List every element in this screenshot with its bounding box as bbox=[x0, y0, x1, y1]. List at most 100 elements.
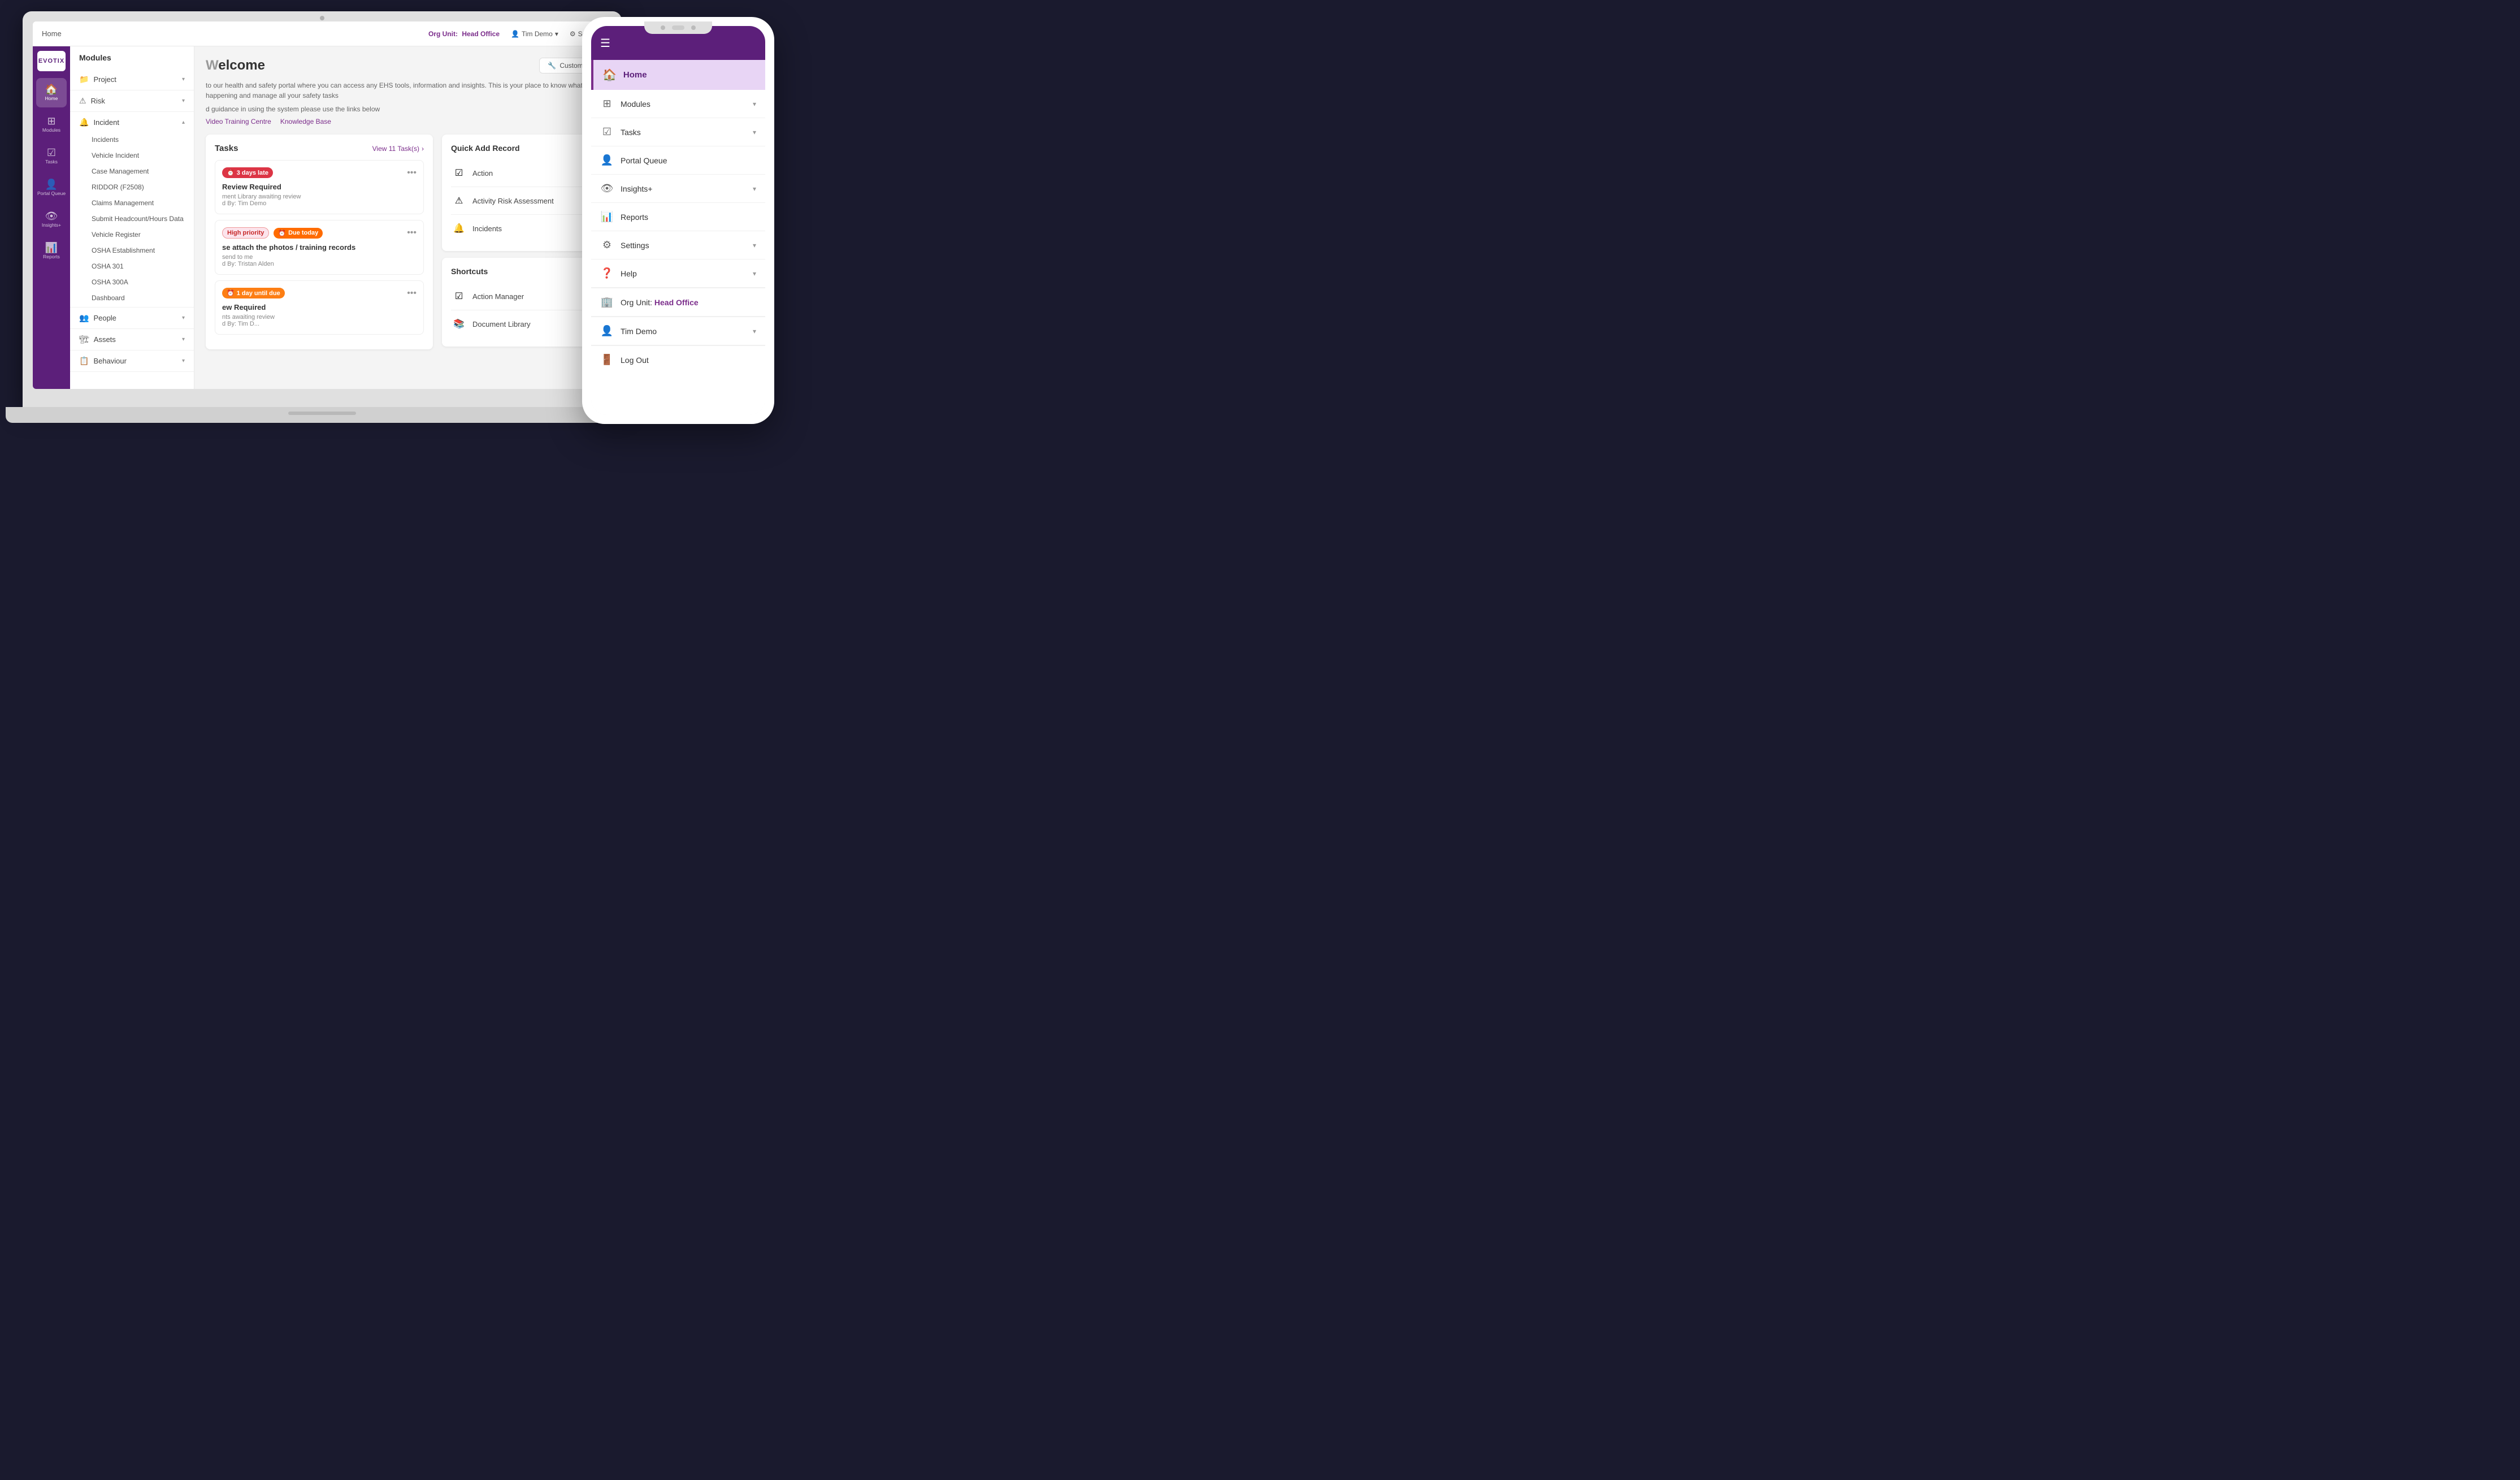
phone-menu-item-insights[interactable]: 👁 Insights+ ▾ bbox=[591, 175, 765, 203]
risk-icon: ⚠ bbox=[79, 96, 86, 106]
sidebar-label-insights: Insights+ bbox=[42, 222, 61, 228]
org-unit-value[interactable]: Head Office bbox=[462, 30, 500, 38]
sidebar-item-insights[interactable]: 👁 Insights+ bbox=[36, 205, 67, 234]
phone-menu-item-portal-queue[interactable]: 👤 Portal Queue bbox=[591, 146, 765, 175]
welcome-title: Welcome bbox=[206, 58, 265, 73]
phone-menu-item-tasks[interactable]: ☑ Tasks ▾ bbox=[591, 118, 765, 146]
behaviour-arrow: ▾ bbox=[182, 358, 185, 364]
module-group-risk-header[interactable]: ⚠ Risk ▾ bbox=[70, 92, 194, 110]
quick-add-action[interactable]: ☑ Action ＋ bbox=[451, 159, 591, 187]
module-group-behaviour-header[interactable]: 📋 Behaviour ▾ bbox=[70, 352, 194, 370]
quick-add-incident[interactable]: 🔔 Incidents ＋ bbox=[451, 215, 591, 242]
subitem-osha-301[interactable]: OSHA 301 bbox=[70, 258, 194, 274]
task-3-menu[interactable]: ••• bbox=[407, 288, 417, 298]
task-1-assigned: d By: Tim Demo bbox=[222, 200, 417, 207]
phone-speaker bbox=[661, 25, 665, 30]
phone-org-value: Head Office bbox=[654, 298, 699, 307]
welcome-guidance: d guidance in using the system please us… bbox=[206, 104, 600, 114]
org-unit-label: Org Unit: bbox=[428, 30, 458, 38]
phone-logout[interactable]: 🚪 Log Out bbox=[591, 346, 765, 374]
task-2-badge-high: High priority bbox=[222, 227, 269, 239]
module-group-incident-header[interactable]: 🔔 Incident ▴ bbox=[70, 113, 194, 132]
phone-shell: ☰ 🏠 Home ⊞ Modules ▾ ☑ Tasks ▾ bbox=[582, 17, 774, 424]
task-2-menu[interactable]: ••• bbox=[407, 228, 417, 238]
phone-menu-item-reports[interactable]: 📊 Reports bbox=[591, 203, 765, 231]
people-arrow: ▾ bbox=[182, 315, 185, 321]
phone-insights-icon: 👁 bbox=[600, 183, 614, 194]
wrench-icon: 🔧 bbox=[548, 62, 556, 70]
phone-insights-label: Insights+ bbox=[621, 184, 746, 193]
task-1-menu[interactable]: ••• bbox=[407, 168, 417, 178]
evotix-logo[interactable]: EVOTIX bbox=[37, 51, 66, 71]
view-all-tasks-link[interactable]: View 11 Task(s) › bbox=[372, 145, 424, 153]
incident-icon: 🔔 bbox=[79, 118, 89, 127]
tasks-header: Tasks View 11 Task(s) › bbox=[215, 144, 424, 153]
subitem-incidents[interactable]: Incidents bbox=[70, 132, 194, 148]
doc-library-icon: 📚 bbox=[451, 316, 467, 332]
module-group-assets-header[interactable]: 🏗 Assets ▾ bbox=[70, 330, 194, 349]
phone-help-arrow: ▾ bbox=[753, 270, 756, 278]
shortcut-doc-library[interactable]: 📚 Document Library › bbox=[451, 310, 591, 337]
hamburger-icon[interactable]: ☰ bbox=[600, 36, 610, 50]
doc-library-label: Document Library bbox=[472, 320, 583, 328]
subitem-vehicle-register[interactable]: Vehicle Register bbox=[70, 227, 194, 243]
phone-menu-item-help[interactable]: ❓ Help ▾ bbox=[591, 259, 765, 288]
laptop-base bbox=[6, 407, 639, 423]
sidebar-item-home[interactable]: 🏠 Home bbox=[36, 78, 67, 107]
knowledge-base-link[interactable]: Knowledge Base bbox=[280, 118, 331, 126]
phone-insights-arrow: ▾ bbox=[753, 185, 756, 193]
phone-menu: 🏠 Home ⊞ Modules ▾ ☑ Tasks ▾ 👤 Portal Qu… bbox=[591, 60, 765, 415]
sidebar-label-home: Home bbox=[45, 96, 58, 101]
subitem-headcount[interactable]: Submit Headcount/Hours Data bbox=[70, 211, 194, 227]
modules-title: Modules bbox=[70, 53, 194, 69]
risk-add-icon: ⚠ bbox=[451, 193, 467, 209]
sidebar-item-portal-queue[interactable]: 👤 Portal Queue bbox=[36, 173, 67, 202]
phone-menu-item-home[interactable]: 🏠 Home bbox=[591, 60, 765, 90]
top-bar-right: Org Unit: Head Office 👤 Tim Demo ▾ ⚙ Set… bbox=[428, 30, 602, 38]
phone-camera bbox=[672, 25, 684, 30]
task-1-badge: ⏰ 3 days late bbox=[222, 167, 273, 178]
subitem-claims[interactable]: Claims Management bbox=[70, 195, 194, 211]
phone-menu-item-settings[interactable]: ⚙ Settings ▾ bbox=[591, 231, 765, 259]
sidebar-item-modules[interactable]: ⊞ Modules bbox=[36, 110, 67, 139]
phone-menu-item-modules[interactable]: ⊞ Modules ▾ bbox=[591, 90, 765, 118]
quick-add-risk[interactable]: ⚠ Activity Risk Assessment ＋ bbox=[451, 187, 591, 215]
task-2-subtitle: send to me bbox=[222, 254, 417, 261]
sidebar-item-tasks[interactable]: ☑ Tasks bbox=[36, 141, 67, 171]
subitem-osha-300a[interactable]: OSHA 300A bbox=[70, 274, 194, 290]
module-group-people-header[interactable]: 👥 People ▾ bbox=[70, 309, 194, 327]
module-group-incident: 🔔 Incident ▴ Incidents Vehicle Incident … bbox=[70, 112, 194, 308]
quick-add-incident-label: Incidents bbox=[472, 224, 575, 233]
task-card-1-header: ⏰ 3 days late ••• bbox=[222, 167, 417, 178]
phone-sensor bbox=[691, 25, 696, 30]
phone-user[interactable]: 👤 Tim Demo ▾ bbox=[591, 317, 765, 345]
task-3-badge-label: 1 day until due bbox=[237, 290, 280, 297]
shortcuts-panel: Shortcuts ☑ Action Manager › 📚 Document … bbox=[442, 258, 600, 347]
phone-modules-arrow: ▾ bbox=[753, 100, 756, 108]
task-2-badge-due: ⏰ Due today bbox=[274, 228, 323, 239]
incident-add-icon: 🔔 bbox=[451, 220, 467, 236]
modules-icon: ⊞ bbox=[47, 116, 55, 126]
subitem-osha-est[interactable]: OSHA Establishment bbox=[70, 243, 194, 258]
video-training-link[interactable]: Video Training Centre bbox=[206, 118, 271, 126]
task-card-3-header: ⏰ 1 day until due ••• bbox=[222, 288, 417, 298]
phone-settings-arrow: ▾ bbox=[753, 241, 756, 249]
settings-icon: ⚙ bbox=[570, 30, 576, 38]
phone-logout-label: Log Out bbox=[621, 356, 756, 365]
sidebar-item-reports[interactable]: 📊 Reports bbox=[36, 236, 67, 266]
task-2-due-label: Due today bbox=[288, 230, 318, 236]
subitem-dashboard[interactable]: Dashboard bbox=[70, 290, 194, 306]
risk-arrow: ▾ bbox=[182, 98, 185, 104]
module-group-project-header[interactable]: 📁 Project ▾ bbox=[70, 70, 194, 89]
phone-org-unit[interactable]: 🏢 Org Unit: Head Office bbox=[591, 288, 765, 317]
shortcut-action-manager[interactable]: ☑ Action Manager › bbox=[451, 283, 591, 310]
subitem-vehicle-incident[interactable]: Vehicle Incident bbox=[70, 148, 194, 163]
project-label: Project bbox=[93, 75, 116, 84]
module-group-people: 👥 People ▾ bbox=[70, 308, 194, 329]
subitem-case-management[interactable]: Case Management bbox=[70, 163, 194, 179]
phone-tasks-label: Tasks bbox=[621, 128, 746, 137]
left-sidebar: EVOTIX 🏠 Home ⊞ Modules ☑ Tasks 👤 bbox=[33, 46, 70, 389]
user-menu[interactable]: 👤 Tim Demo ▾ bbox=[511, 30, 558, 38]
subitem-riddor[interactable]: RIDDOR (F2508) bbox=[70, 179, 194, 195]
task-3-badge: ⏰ 1 day until due bbox=[222, 288, 285, 298]
